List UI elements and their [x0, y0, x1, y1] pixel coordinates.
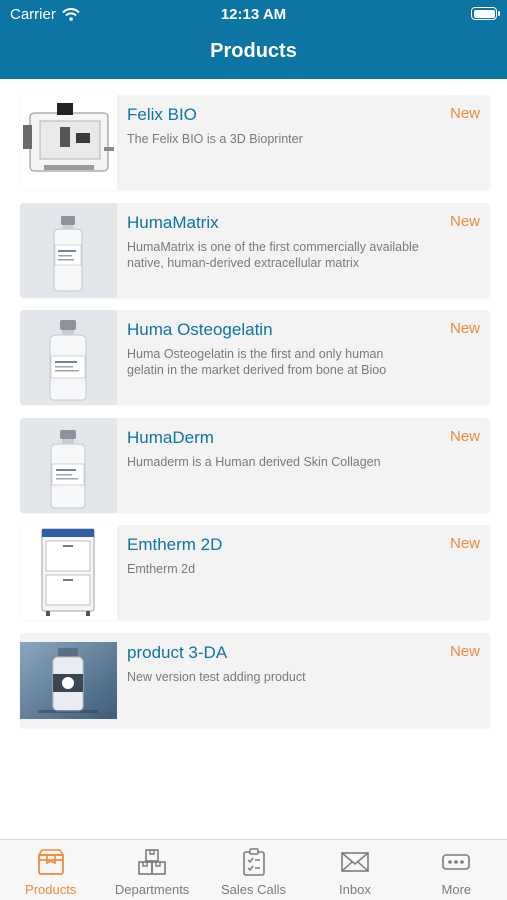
new-badge: New — [449, 105, 480, 122]
clipboard-icon — [242, 848, 265, 876]
new-badge: New — [449, 212, 480, 230]
product-title: HumaDerm — [127, 427, 214, 447]
more-icon — [442, 854, 471, 870]
page-title: Products — [210, 40, 297, 62]
product-card-humaderm[interactable]: HumaDerm New Humaderm is a Human derived… — [20, 417, 490, 513]
product-image — [20, 202, 117, 298]
product-image — [20, 310, 117, 405]
tab-label: Departments — [114, 882, 190, 897]
product-description: HumaMatrix is one of the first commercia… — [127, 239, 419, 270]
product-card-product-3-da[interactable]: product 3-DA New New version test adding… — [20, 632, 490, 728]
product-title: HumaMatrix — [127, 212, 219, 232]
product-title: product 3-DA — [127, 642, 228, 662]
tab-inbox[interactable]: Inbox — [304, 840, 405, 900]
product-title: Huma Osteogelatin — [127, 320, 273, 339]
cabinet-image — [41, 528, 95, 616]
tab-label: More — [441, 882, 472, 897]
product-card-felix-bio[interactable]: Felix BIO New The Felix BIO is a 3D Biop… — [20, 95, 490, 190]
product-description: New version test adding product — [127, 669, 306, 684]
box-icon — [37, 849, 65, 875]
envelope-icon — [341, 852, 369, 872]
tab-departments[interactable]: Departments — [101, 840, 202, 900]
product-description: Humaderm is a Human derived Skin Collage… — [127, 454, 381, 469]
new-badge: New — [449, 427, 480, 445]
product-image — [20, 417, 117, 513]
new-badge: New — [449, 320, 480, 337]
bioprinter-image — [23, 103, 114, 172]
product-description: Huma Osteogelatin is the first and only … — [127, 347, 387, 377]
tab-label: Products — [25, 882, 77, 897]
product-description: The Felix BIO is a 3D Bioprinter — [127, 132, 303, 146]
vial-image — [20, 310, 117, 405]
tab-more[interactable]: More — [406, 840, 507, 900]
status-time: 12:13 AM — [220, 6, 287, 23]
product-image — [20, 95, 117, 190]
product-card-humamatrix[interactable]: HumaMatrix New HumaMatrix is one of the … — [20, 202, 490, 298]
product-card-emtherm-2d[interactable]: Emtherm 2D New Emtherm 2d — [20, 525, 490, 620]
product-image — [20, 525, 117, 620]
product-title: Emtherm 2D — [127, 535, 223, 554]
battery-icon — [471, 7, 500, 20]
product-image — [20, 641, 117, 719]
bottle-image — [20, 641, 117, 719]
vial-image — [20, 202, 117, 298]
nav-header: Carrier 12:13 AM Products — [0, 0, 507, 79]
product-list: Felix BIO New The Felix BIO is a 3D Biop… — [20, 95, 490, 740]
vial-image — [20, 417, 117, 513]
tab-bar: Products Departments Sales Calls Inbox M… — [0, 839, 507, 900]
new-badge: New — [449, 535, 480, 552]
product-card-huma-osteogelatin[interactable]: Huma Osteogelatin New Huma Osteogelatin … — [20, 310, 490, 405]
tab-label: Inbox — [339, 882, 371, 897]
tab-sales-calls[interactable]: Sales Calls — [203, 840, 304, 900]
product-title: Felix BIO — [127, 105, 197, 124]
new-badge: New — [449, 642, 480, 660]
tab-products[interactable]: Products — [0, 840, 101, 900]
product-description: Emtherm 2d — [127, 562, 196, 576]
status-bar: Carrier 12:13 AM — [0, 0, 507, 28]
tab-label: Sales Calls — [221, 882, 287, 897]
boxes-icon — [138, 849, 166, 875]
